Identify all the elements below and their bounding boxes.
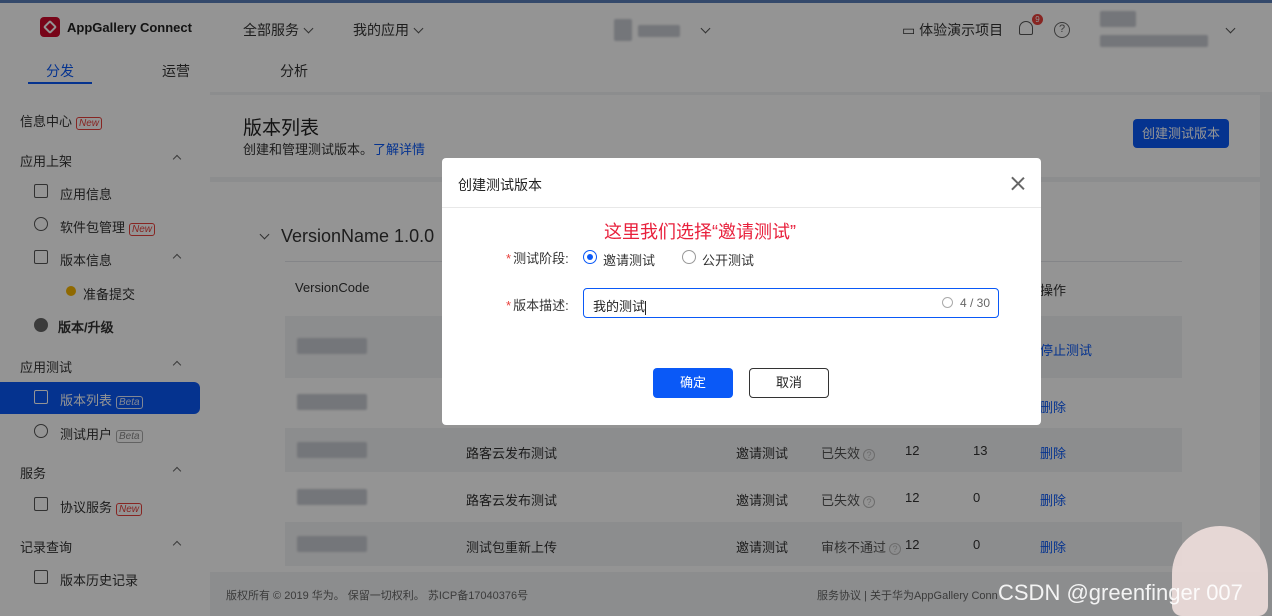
test-stage-label-text: 测试阶段: <box>513 251 569 266</box>
confirm-button[interactable]: 确定 <box>653 368 733 398</box>
description-label-text: 版本描述: <box>513 298 569 313</box>
radio-invite-test[interactable] <box>583 250 597 264</box>
dialog-title: 创建测试版本 <box>458 177 542 193</box>
description-value-text: 我的测试 <box>593 299 646 314</box>
cancel-button[interactable]: 取消 <box>749 368 829 398</box>
description-input[interactable]: 我的测试 4 / 30 <box>583 288 999 318</box>
watermark-text: CSDN @greenfinger 007 <box>998 580 1243 605</box>
char-counter: 4 / 30 <box>960 296 991 310</box>
public-test-label[interactable]: 公开测试 <box>702 250 754 269</box>
text-caret <box>645 300 647 315</box>
clear-icon[interactable] <box>942 297 953 308</box>
invite-test-label[interactable]: 邀请测试 <box>603 250 655 269</box>
dialog-divider <box>442 207 1041 208</box>
required-mark: * <box>506 251 512 266</box>
description-label: * 版本描述: <box>506 295 569 314</box>
annotation-text: 这里我们选择“邀请测试” <box>604 222 796 242</box>
create-test-version-dialog: 创建测试版本 这里我们选择“邀请测试” * 测试阶段: 邀请测试 公开测试 * 版本… <box>442 158 1041 425</box>
test-stage-label: * 测试阶段: <box>506 248 569 267</box>
radio-public-test[interactable] <box>682 250 696 264</box>
required-mark: * <box>506 298 512 313</box>
close-icon[interactable] <box>1008 174 1028 194</box>
description-value: 我的测试 <box>593 296 647 315</box>
